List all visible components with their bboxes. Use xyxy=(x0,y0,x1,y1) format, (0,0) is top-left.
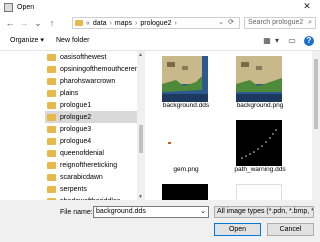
title-bar: Open ✕ xyxy=(0,0,320,14)
search-placeholder: Search prologue2 xyxy=(248,19,304,26)
nav-folder-prologue3[interactable]: prologue3 xyxy=(47,123,137,135)
folder-icon xyxy=(47,101,56,109)
nav-folder-label: opsiningofthemouthceremony xyxy=(60,65,145,73)
breadcrumb-maps[interactable]: maps xyxy=(115,20,132,27)
nav-folder-label: queenofdenial xyxy=(60,149,104,157)
gem-thumbnail-image xyxy=(162,120,208,166)
nav-folder-label: oasisofthewest xyxy=(60,53,107,61)
file-list[interactable]: background.dds background.png gem.png pa… xyxy=(146,51,312,201)
folder-icon xyxy=(47,161,56,169)
dialog-footer: File name: background.dds ⌄ All image ty… xyxy=(0,200,320,242)
folder-icon xyxy=(47,65,56,73)
new-folder-button[interactable]: New folder xyxy=(56,36,89,46)
nav-folder-pharohswarcrown[interactable]: pharohswarcrown xyxy=(47,75,137,87)
help-icon[interactable]: ? xyxy=(304,36,314,46)
file-tile-background-dds[interactable]: background.dds xyxy=(154,53,218,113)
address-bar[interactable]: « data › maps › prologue2 › ⌄ ⟳ xyxy=(72,17,240,29)
file-name: background.dds xyxy=(162,102,210,109)
recent-locations-icon[interactable]: ⌄ xyxy=(32,17,44,29)
file-tile-gem-png[interactable]: gem.png xyxy=(154,117,218,177)
back-arrow-icon[interactable]: ← xyxy=(4,17,16,29)
map-thumbnail-image xyxy=(236,56,282,102)
nav-folder-label: prologue2 xyxy=(60,113,92,121)
folder-icon xyxy=(47,77,56,85)
nav-folder-prologue1[interactable]: prologue1 xyxy=(47,99,137,111)
file-name-value: background.dds xyxy=(96,208,146,215)
breadcrumb-separator-icon: › xyxy=(109,19,112,27)
nav-folder-plains[interactable]: plains xyxy=(47,87,137,99)
nav-folder-label: reignofthereticking xyxy=(60,161,118,169)
map-thumbnail-image xyxy=(162,56,208,102)
organize-button[interactable]: Organize ▾ xyxy=(10,36,44,46)
app-icon xyxy=(4,2,13,12)
path-thumbnail-image xyxy=(236,120,282,166)
folder-icon xyxy=(47,137,56,145)
nav-folder-label: prologue4 xyxy=(60,137,92,145)
chevron-down-icon[interactable]: ▾ xyxy=(272,36,282,46)
folder-icon xyxy=(47,53,56,61)
folder-icon xyxy=(47,125,56,133)
file-list-scrollbar[interactable] xyxy=(312,51,320,201)
cancel-button[interactable]: Cancel xyxy=(267,223,314,236)
file-thumbnail-image xyxy=(236,184,282,201)
nav-folder-label: prologue3 xyxy=(60,125,92,133)
nav-folder-label: plains xyxy=(60,89,79,97)
toolbar: Organize ▾ New folder ▦ ▾ ▭ ? xyxy=(0,34,320,48)
file-name: path_warning.dds xyxy=(234,166,286,173)
close-icon[interactable]: ✕ xyxy=(297,1,317,12)
file-name: gem.png xyxy=(173,166,199,173)
folder-icon xyxy=(47,185,56,193)
nav-folder-label: serpents xyxy=(60,185,87,193)
file-name-label: File name: xyxy=(60,209,93,216)
breadcrumb-data[interactable]: data xyxy=(93,20,107,27)
file-thumbnail-image xyxy=(162,184,208,201)
file-list-scrollbar-thumb[interactable] xyxy=(314,59,318,129)
breadcrumb-separator-icon: › xyxy=(174,19,177,27)
breadcrumb-overflow-icon[interactable]: « xyxy=(86,20,90,27)
folder-icon xyxy=(47,113,56,121)
nav-folder-oasisofthewest[interactable]: oasisofthewest xyxy=(47,51,137,63)
folder-icon xyxy=(47,89,56,97)
nav-folder-scarabicdawn[interactable]: scarabicdawn xyxy=(47,171,137,183)
file-tile-path-warning-dds[interactable]: path_warning.dds xyxy=(228,117,292,177)
up-arrow-icon[interactable]: ↑ xyxy=(46,17,58,29)
nav-folder-queenofdenial[interactable]: queenofdenial xyxy=(47,147,137,159)
chevron-down-icon[interactable]: ⌄ xyxy=(218,18,224,26)
open-button[interactable]: Open xyxy=(214,223,261,236)
nav-folder-label: scarabicdawn xyxy=(60,173,103,181)
nav-folder-serpents[interactable]: serpents xyxy=(47,183,137,195)
nav-scrollbar-thumb[interactable] xyxy=(139,125,143,153)
nav-folder-opsiningofthemouthceremony[interactable]: opsiningofthemouthceremony xyxy=(47,63,145,75)
view-options-icon[interactable]: ▦ xyxy=(262,36,272,46)
nav-folder-label: pharohswarcrown xyxy=(60,77,116,85)
search-icon: ⌕ xyxy=(308,19,312,26)
refresh-icon[interactable]: ⟳ xyxy=(228,18,234,26)
breadcrumb-separator-icon: › xyxy=(135,19,138,27)
file-name-input[interactable]: background.dds ⌄ xyxy=(93,206,209,218)
scroll-up-icon[interactable]: ▲ xyxy=(138,52,143,58)
nav-folder-label: prologue1 xyxy=(60,101,92,109)
search-input[interactable]: Search prologue2 ⌕ xyxy=(244,17,316,29)
navigation-pane[interactable]: oasisofthewest opsiningofthemouthceremony… xyxy=(0,51,145,201)
nav-folder-reignofthereticking[interactable]: reignofthereticking xyxy=(47,159,137,171)
file-type-value: All image types (*.pdn, *.bmp, *. xyxy=(217,208,314,215)
file-tile[interactable] xyxy=(154,181,218,201)
nav-scrollbar[interactable]: ▲ ▼ xyxy=(137,51,145,201)
main-pane: oasisofthewest opsiningofthemouthceremony… xyxy=(0,50,320,201)
folder-icon xyxy=(47,173,56,181)
file-name: background.png xyxy=(236,102,284,109)
nav-folder-prologue2[interactable]: prologue2 xyxy=(45,111,137,123)
nav-folder-prologue4[interactable]: prologue4 xyxy=(47,135,137,147)
file-tile-background-png[interactable]: background.png xyxy=(228,53,292,113)
file-type-select[interactable]: All image types (*.pdn, *.bmp, *. ⌄ xyxy=(214,206,314,218)
file-tile[interactable] xyxy=(228,181,292,201)
folder-icon xyxy=(47,149,56,157)
chevron-down-icon[interactable]: ⌄ xyxy=(200,207,206,217)
window-title: Open xyxy=(17,3,35,11)
preview-pane-icon[interactable]: ▭ xyxy=(287,36,297,46)
address-row: ← → ⌄ ↑ « data › maps › prologue2 › ⌄ ⟳ … xyxy=(0,14,320,32)
forward-arrow-icon[interactable]: → xyxy=(18,17,30,29)
breadcrumb-prologue2[interactable]: prologue2 xyxy=(140,20,171,27)
folder-icon xyxy=(75,20,83,26)
